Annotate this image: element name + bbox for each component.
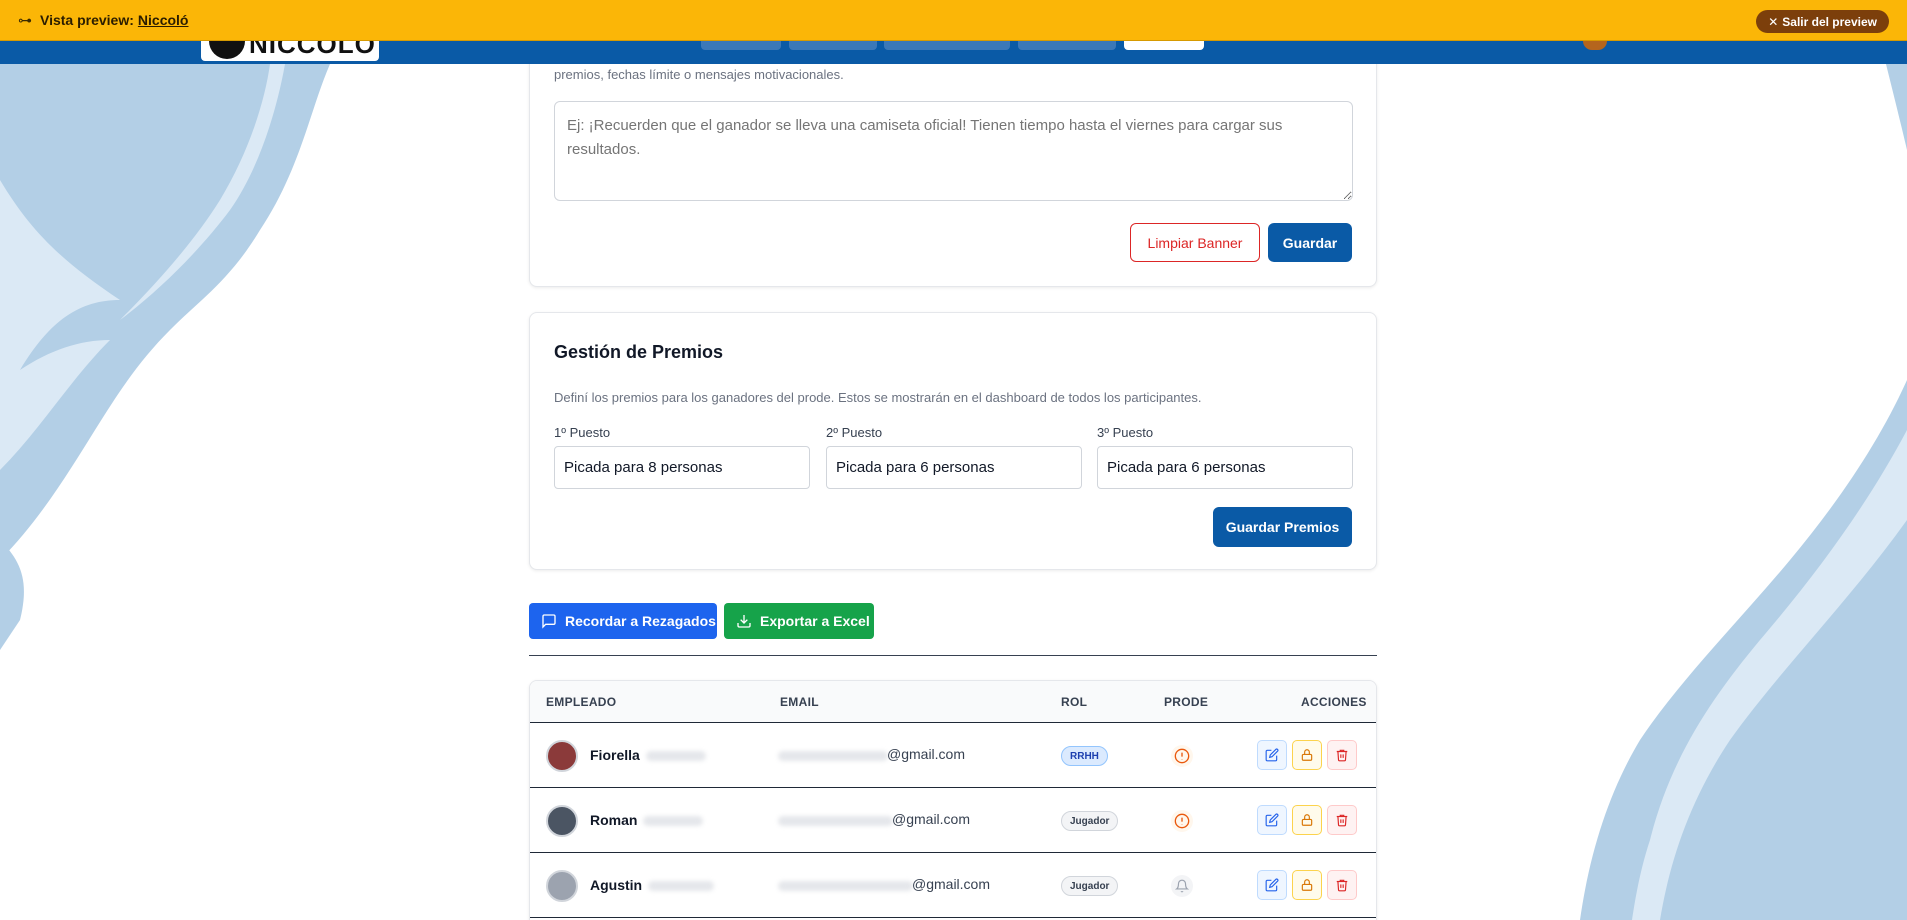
edit-button[interactable] (1257, 805, 1287, 835)
banner-message-input[interactable] (554, 101, 1353, 201)
role-badge: Jugador (1061, 876, 1119, 896)
email-domain: @gmail.com (892, 811, 971, 827)
export-excel-button[interactable]: Exportar a Excel (724, 603, 874, 639)
lock-button[interactable] (1292, 870, 1322, 900)
trash-icon (1336, 749, 1348, 762)
role-badge: Jugador (1061, 811, 1119, 831)
nav-tab-active[interactable] (1124, 41, 1204, 50)
exit-preview-button[interactable]: ✕ Salir del preview (1756, 10, 1889, 33)
employee-name: Fiorella (590, 747, 706, 763)
avatar (546, 740, 578, 772)
nav-tab-1[interactable] (701, 41, 781, 50)
prize-input-1[interactable] (554, 446, 810, 489)
avatar (546, 805, 578, 837)
lock-button[interactable] (1292, 805, 1322, 835)
employee-name: Roman (590, 812, 704, 828)
close-icon: ✕ (1768, 14, 1779, 29)
banner-card: premios, fechas límite o mensajes motiva… (529, 30, 1377, 287)
email-domain: @gmail.com (887, 746, 966, 762)
banner-hint: premios, fechas límite o mensajes motiva… (554, 67, 844, 82)
table-row: Roman @gmail.com Jugador (530, 788, 1376, 853)
th-email: EMAIL (780, 695, 819, 709)
prize-input-3[interactable] (1097, 446, 1353, 489)
prize-field-1: 1º Puesto (554, 425, 810, 489)
preview-user-link[interactable]: Niccoló (138, 12, 189, 28)
bell-icon[interactable] (1171, 875, 1193, 897)
clear-banner-button[interactable]: Limpiar Banner (1130, 223, 1260, 262)
prizes-title: Gestión de Premios (554, 342, 724, 362)
nav-tab-2[interactable] (789, 41, 877, 50)
delete-button[interactable] (1327, 740, 1357, 770)
divider (529, 655, 1377, 656)
trash-icon (1336, 879, 1348, 892)
th-role: ROL (1061, 695, 1088, 709)
nav-tab-4[interactable] (1018, 41, 1116, 50)
download-icon (737, 615, 751, 628)
save-prizes-button[interactable]: Guardar Premios (1213, 507, 1352, 547)
email-redacted (778, 881, 913, 891)
save-banner-button[interactable]: Guardar (1268, 223, 1352, 262)
company-logo[interactable]: NICCOLÓ (201, 41, 379, 61)
prize-label-1: 1º Puesto (554, 425, 611, 440)
remind-label: Recordar a Rezagados (565, 613, 716, 629)
role-badge: RRHH (1061, 746, 1108, 766)
prizes-description: Definí los premios para los ganadores de… (554, 390, 1202, 405)
avatar (546, 870, 578, 902)
preview-label: Vista preview: (40, 12, 134, 28)
alert-circle-icon (1171, 810, 1193, 832)
prize-input-2[interactable] (826, 446, 1082, 489)
alert-circle-icon (1171, 745, 1193, 767)
delete-button[interactable] (1327, 870, 1357, 900)
lock-button[interactable] (1292, 740, 1322, 770)
prize-field-3: 3º Puesto (1097, 425, 1353, 489)
prize-label-2: 2º Puesto (826, 425, 883, 440)
email-domain: @gmail.com (912, 876, 991, 892)
export-label: Exportar a Excel (760, 613, 870, 629)
lock-icon (1301, 749, 1313, 761)
edit-button[interactable] (1257, 870, 1287, 900)
th-actions: ACCIONES (1301, 695, 1367, 709)
email-redacted (778, 751, 888, 761)
employee-name: Agustin (590, 877, 715, 893)
th-prode: PRODE (1164, 695, 1209, 709)
table-row: Fiorella @gmail.com RRHH (530, 723, 1376, 788)
trash-icon (1336, 814, 1348, 827)
lock-icon (1301, 814, 1313, 826)
key-icon: ⊶ (18, 11, 32, 28)
remind-laggards-button[interactable]: Recordar a Rezagados (529, 603, 717, 639)
exit-preview-label: Salir del preview (1782, 14, 1877, 29)
edit-button[interactable] (1257, 740, 1287, 770)
preview-bar: ⊶ Vista preview: Niccoló ✕ Salir del pre… (0, 0, 1907, 41)
prizes-card: Gestión de Premios Definí los premios pa… (529, 312, 1377, 570)
prize-label-3: 3º Puesto (1097, 425, 1154, 440)
edit-icon (1265, 748, 1279, 762)
delete-button[interactable] (1327, 805, 1357, 835)
employees-table: EMPLEADO EMAIL ROL PRODE ACCIONES Fiorel… (529, 680, 1377, 920)
lock-icon (1301, 879, 1313, 891)
message-icon (542, 614, 556, 629)
nav-tab-3[interactable] (884, 41, 1010, 50)
table-header: EMPLEADO EMAIL ROL PRODE ACCIONES (530, 681, 1376, 723)
th-employee: EMPLEADO (546, 695, 617, 709)
edit-icon (1265, 878, 1279, 892)
edit-icon (1265, 813, 1279, 827)
email-redacted (778, 816, 893, 826)
prize-field-2: 2º Puesto (826, 425, 1082, 489)
table-row: Agustin @gmail.com Jugador (530, 853, 1376, 918)
